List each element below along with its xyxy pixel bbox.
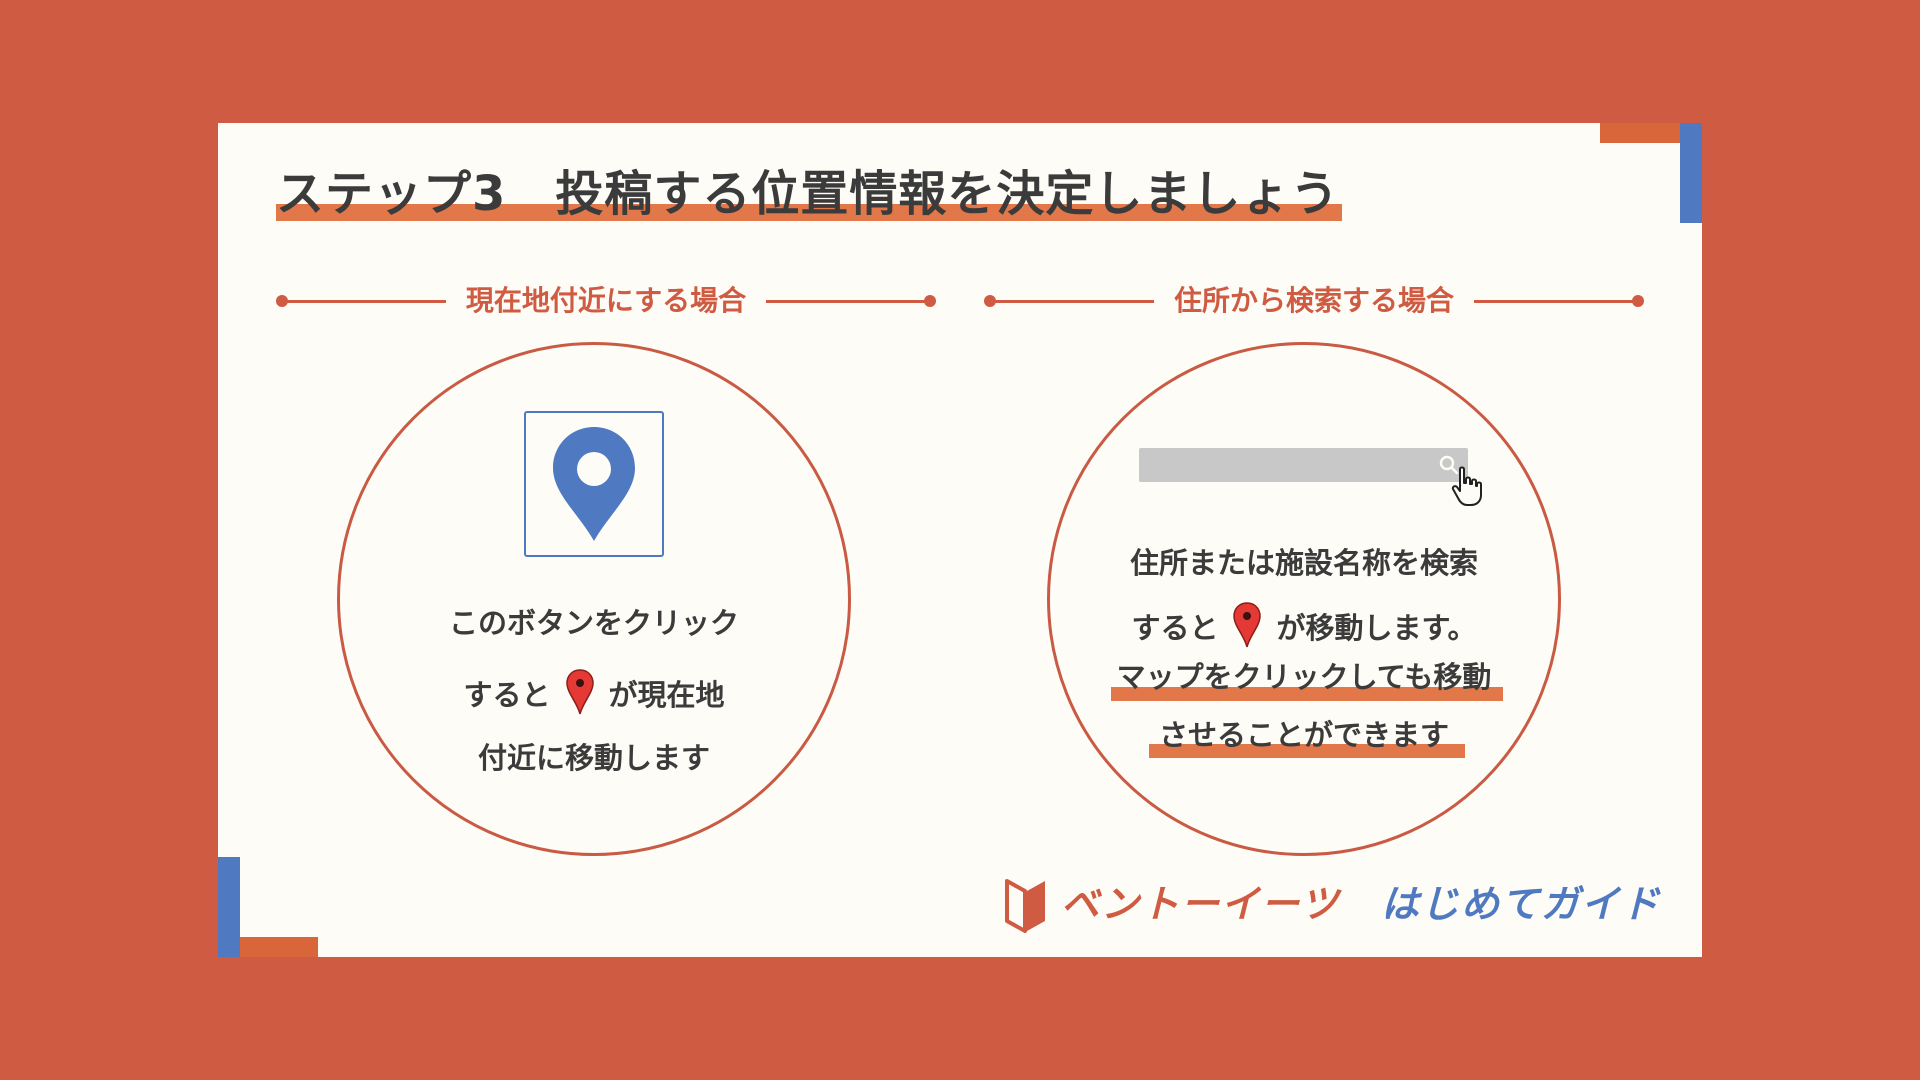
current-location-button[interactable] <box>524 411 664 557</box>
section-header-current-location: 現在地付近にする場合 <box>276 281 936 321</box>
map-pin-icon <box>565 668 595 726</box>
instruction-text: すると <box>463 678 551 712</box>
section-header-label: 住所から検索する場合 <box>1154 281 1474 321</box>
hand-cursor-icon <box>1451 466 1482 506</box>
instruction-text: が移動します。 <box>1276 611 1477 645</box>
title-block: ステップ3 投稿する位置情報を決定しましょう <box>276 163 1346 225</box>
header-dot <box>924 295 936 307</box>
corner-accent-blue <box>218 857 240 957</box>
section-header-label: 現在地付近にする場合 <box>446 281 766 321</box>
brand-logo: ベントーイーツ はじめてガイド <box>1003 875 1683 937</box>
slide: ステップ3 投稿する位置情報を決定しましょう 現在地付近にする場合 住所から検索… <box>218 123 1702 957</box>
location-pin-icon <box>553 427 635 541</box>
instruction-line: させることができます <box>1158 718 1449 752</box>
beginner-mark-icon <box>1005 879 1045 933</box>
corner-accent-blue <box>1680 123 1702 223</box>
instruction-line: マップをクリックしても移動 <box>1116 660 1492 694</box>
instruction-line: すると が移動します。 <box>1047 601 1561 659</box>
section-header-address-search: 住所から検索する場合 <box>984 281 1644 321</box>
instruction-line: このボタンをクリック <box>448 606 739 640</box>
map-pin-icon <box>1232 601 1262 659</box>
instruction-text: すると <box>1131 611 1219 645</box>
slide-title: ステップ3 投稿する位置情報を決定しましょう <box>276 166 1340 222</box>
corner-accent-orange <box>240 937 318 957</box>
address-search-circle <box>1047 342 1561 856</box>
instruction-text: が現在地 <box>608 678 725 712</box>
guide-name: はじめてガイド <box>1381 882 1662 926</box>
instruction-line: 住所または施設名称を検索 <box>1129 546 1478 580</box>
instruction-line: すると が現在地 <box>337 668 851 726</box>
instruction-line: 付近に移動します <box>477 741 710 775</box>
brand-name: ベントーイーツ <box>1061 882 1341 926</box>
header-dot <box>1632 295 1644 307</box>
search-input[interactable] <box>1139 448 1468 482</box>
